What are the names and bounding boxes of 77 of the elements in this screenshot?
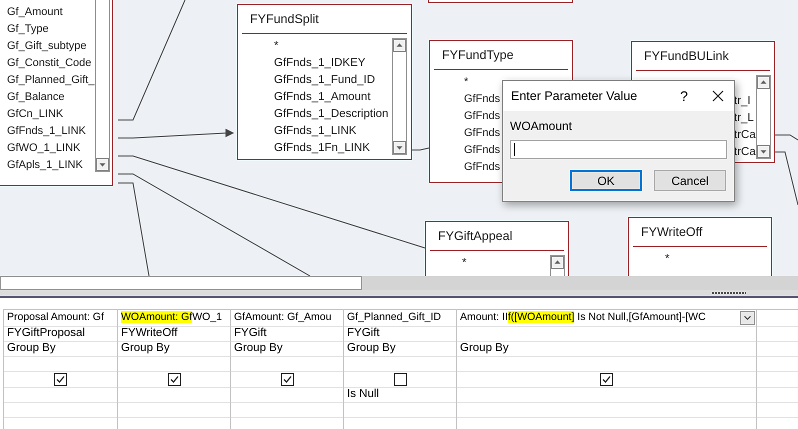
total-cell-text[interactable]: Group By (234, 340, 283, 358)
field-name[interactable]: GfFnds (464, 143, 500, 158)
field-name[interactable]: trCa (734, 128, 756, 143)
show-checkbox[interactable] (394, 373, 406, 386)
show-checkbox[interactable] (54, 373, 67, 386)
ok-button[interactable]: OK (570, 170, 642, 191)
field-cell-text[interactable]: Amount: IIf([WOAmount] Is Not Null,[GfAmount]-[WC (460, 310, 706, 326)
connector-line (412, 148, 430, 150)
show-checkbox[interactable] (600, 373, 613, 386)
field-name[interactable]: tr_I (734, 94, 751, 109)
horizontal-scrollbar[interactable] (0, 276, 362, 290)
field-name[interactable]: GfFnds (464, 126, 500, 141)
field-name[interactable]: Gf_Amount (7, 5, 63, 20)
table-cell-text[interactable]: FYWriteOff (121, 325, 178, 343)
table-title: FYFundType (442, 46, 514, 64)
table-title: FYFundSplit (250, 10, 319, 28)
table-title: FYFundBULink (644, 48, 729, 65)
field-name[interactable]: GfFnds_1Fn_LINK (274, 141, 370, 156)
table-title: FYWriteOff (641, 224, 702, 241)
field-name[interactable]: GfFnds_1_LINK (7, 124, 86, 139)
field-name[interactable]: GfFnds_1_IDKEY (274, 56, 366, 71)
scrollbar[interactable] (756, 75, 771, 159)
field-name[interactable]: GfFnds (464, 109, 500, 124)
total-cell-text[interactable]: Group By (121, 340, 170, 358)
total-cell-text[interactable]: Group By (7, 340, 56, 358)
field-name[interactable]: * (462, 256, 466, 271)
field-name[interactable]: * (665, 252, 670, 267)
table-cell-text[interactable]: FYGift (234, 325, 267, 343)
scroll-down-icon[interactable] (96, 158, 109, 171)
field-cell-text[interactable]: Gf_Planned_Gift_ID (347, 310, 441, 326)
field-name[interactable]: * (464, 75, 468, 90)
table-cell-text[interactable]: FYGiftProposal (7, 325, 85, 343)
show-checkbox[interactable] (168, 373, 180, 386)
scroll-up-icon[interactable] (757, 76, 770, 89)
field-name[interactable]: GfFnds_1_Description (274, 107, 388, 122)
pane-splitter[interactable] (0, 290, 798, 298)
field-name[interactable]: Gf_Balance (7, 90, 64, 105)
scroll-down-icon[interactable] (757, 145, 770, 158)
field-name[interactable]: * (274, 39, 278, 54)
field-name[interactable]: GfFnds_1_Amount (274, 90, 371, 105)
field-name[interactable]: GfFnds (464, 92, 500, 107)
scrollbar[interactable] (95, 0, 110, 172)
criteria-cell-text[interactable]: Is Null (347, 386, 379, 404)
table-title: FYGiftAppeal (438, 228, 512, 245)
field-name[interactable]: GfFnds_1_LINK (274, 124, 356, 139)
scroll-up-icon[interactable] (393, 39, 406, 52)
dropdown-icon[interactable] (740, 311, 755, 325)
field-name[interactable]: GfWO_1_LINK (7, 141, 80, 156)
connector-line (774, 134, 798, 140)
field-name[interactable]: tr_L (734, 111, 754, 126)
field-name[interactable]: Gf_Type (7, 22, 49, 37)
field-name[interactable]: GfCn_LINK (7, 107, 64, 122)
scroll-up-icon[interactable] (551, 256, 564, 269)
table-cell-text[interactable]: FYGift (347, 325, 380, 343)
total-cell-text[interactable]: Group By (460, 340, 509, 358)
dialog-title: Enter Parameter Value (511, 88, 638, 105)
field-name[interactable]: GfFnds_1_Fund_ID (274, 73, 376, 88)
close-icon[interactable] (712, 90, 724, 102)
field-cell-text[interactable]: GfAmount: Gf_Amou (234, 310, 332, 326)
cancel-button[interactable]: Cancel (654, 170, 726, 191)
scroll-down-icon[interactable] (393, 141, 406, 154)
show-checkbox[interactable] (280, 373, 294, 386)
scrollbar[interactable] (392, 38, 407, 155)
grip-icon (712, 292, 746, 294)
field-name[interactable]: GfFnds (464, 160, 500, 175)
field-name[interactable]: trCa (734, 145, 756, 160)
input-field[interactable] (510, 140, 727, 159)
connector-line (774, 152, 798, 206)
text-cursor (514, 143, 515, 156)
total-cell-text[interactable]: Group By (347, 340, 396, 358)
prompt-label: WOAmount (510, 118, 574, 135)
help-button[interactable]: ? (674, 86, 694, 106)
field-cell-text[interactable]: Proposal Amount: Gf (7, 310, 104, 326)
field-name[interactable]: Gf_Planned_Gift_ (7, 73, 94, 88)
field-name[interactable]: Gf_Constit_Code (7, 56, 92, 71)
field-name[interactable]: GfApls_1_LINK (7, 158, 83, 173)
field-name[interactable]: Gf_Gift_subtype (7, 39, 86, 54)
